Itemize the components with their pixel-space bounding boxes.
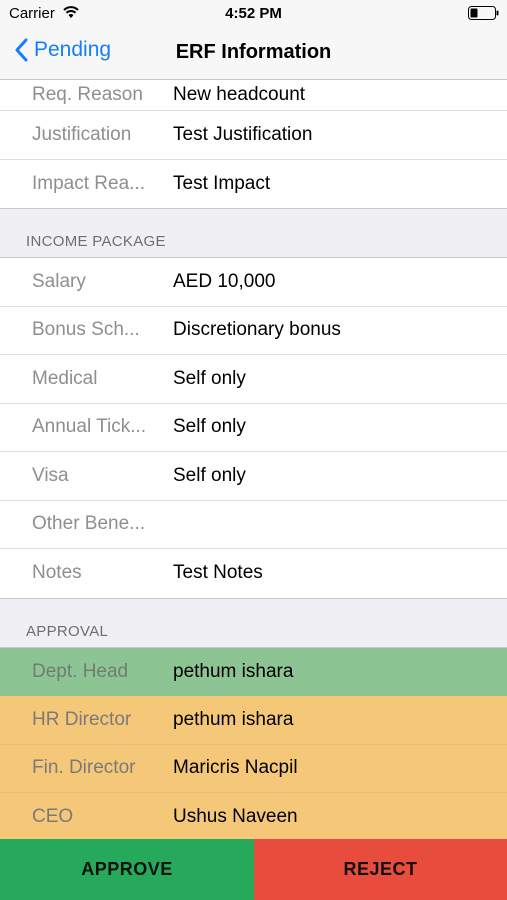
approval-group: Dept. Head pethum ishara HR Director pet… <box>0 647 507 842</box>
navigation-bar: Pending ERF Information <box>0 28 507 80</box>
reject-button[interactable]: REJECT <box>254 839 507 900</box>
row-value: Ushus Naveen <box>173 805 298 827</box>
row-label: Bonus Sch... <box>32 319 140 341</box>
row-value: Self only <box>173 464 246 486</box>
row-label: Impact Rea... <box>32 172 145 194</box>
page-title: ERF Information <box>175 41 332 63</box>
list-row-visa: Visa Self only <box>0 452 507 501</box>
section-header-approval: APPROVAL <box>0 597 507 648</box>
row-value: pethum ishara <box>173 660 294 682</box>
row-value: Discretionary bonus <box>173 319 341 341</box>
list-row-annual-ticket: Annual Tick... Self only <box>0 404 507 452</box>
row-label: HR Director <box>32 708 132 730</box>
approval-row-dept-head: Dept. Head pethum ishara <box>0 647 507 696</box>
row-value: Test Impact <box>173 172 271 194</box>
row-value: Maricris Nacpil <box>173 757 298 779</box>
row-label: Visa <box>32 464 69 486</box>
list-row-notes: Notes Test Notes <box>0 549 507 598</box>
erf-detail-list[interactable]: Req. Reason New headcount Justification … <box>0 80 507 842</box>
approval-row-hr-director: HR Director pethum ishara <box>0 696 507 745</box>
list-row-req-reason: Req. Reason New headcount <box>0 80 507 111</box>
approval-row-fin-director: Fin. Director Maricris Nacpil <box>0 744 507 793</box>
list-row-medical: Medical Self only <box>0 355 507 404</box>
list-row-justification: Justification Test Justification <box>0 111 507 160</box>
row-value: Self only <box>173 367 246 389</box>
action-bar: APPROVE REJECT <box>0 839 507 900</box>
row-label: CEO <box>32 805 74 827</box>
battery-icon <box>468 6 499 20</box>
row-value: Test Justification <box>173 123 313 145</box>
income-package-group: Salary AED 10,000 Bonus Sch... Discretio… <box>0 258 507 598</box>
row-label: Fin. Director <box>32 757 136 779</box>
row-label: Dept. Head <box>32 660 129 682</box>
row-label: Medical <box>32 367 98 389</box>
request-details-group: Req. Reason New headcount Justification … <box>0 80 507 208</box>
list-row-bonus-scheme: Bonus Sch... Discretionary bonus <box>0 307 507 355</box>
list-row-salary: Salary AED 10,000 <box>0 258 507 307</box>
status-bar: Carrier 4:52 PM <box>0 0 507 28</box>
row-label: Justification <box>32 123 132 145</box>
row-label: Req. Reason <box>32 84 143 105</box>
row-label: Other Bene... <box>32 513 146 535</box>
approve-button[interactable]: APPROVE <box>0 839 254 900</box>
list-row-impact-reason: Impact Rea... Test Impact <box>0 160 507 209</box>
row-value: Self only <box>173 416 246 438</box>
row-value: AED 10,000 <box>173 270 276 292</box>
row-label: Notes <box>32 562 82 584</box>
section-header-income-package: INCOME PACKAGE <box>0 208 507 258</box>
row-value: New headcount <box>173 84 306 105</box>
list-row-other-benefits: Other Bene... <box>0 501 507 549</box>
row-label: Annual Tick... <box>32 416 147 438</box>
row-value: Test Notes <box>173 562 263 584</box>
approval-row-ceo: CEO Ushus Naveen <box>0 793 507 842</box>
row-value: pethum ishara <box>173 708 294 730</box>
status-time: 4:52 PM <box>225 5 282 22</box>
row-label: Salary <box>32 270 86 292</box>
